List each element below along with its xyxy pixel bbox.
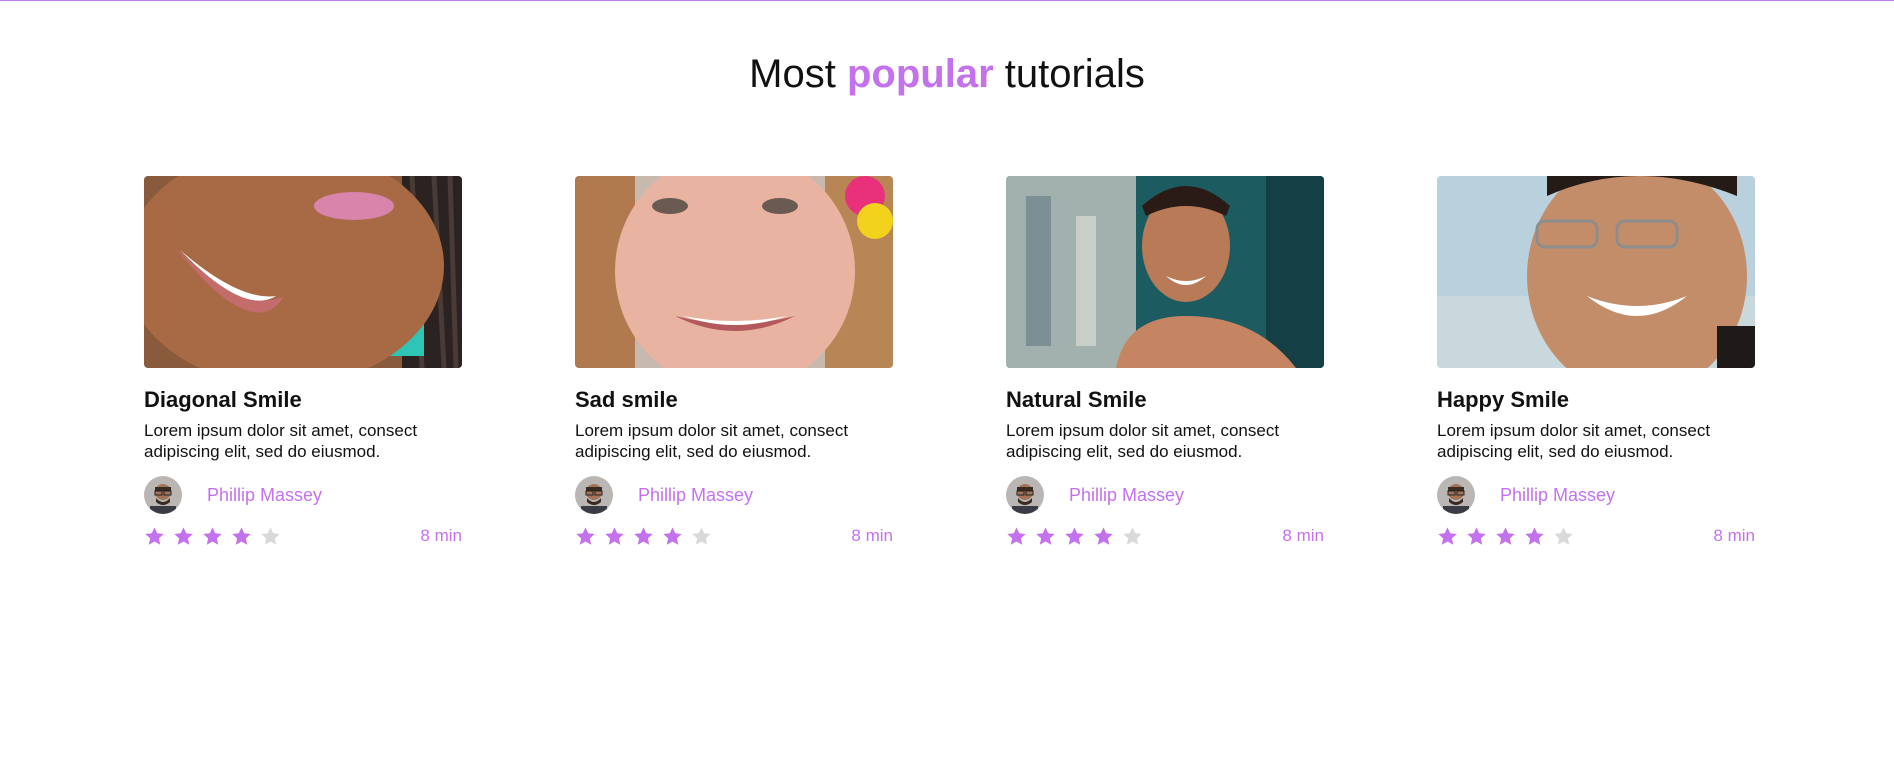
section-title: Most popular tutorials [0, 49, 1894, 99]
tutorial-card[interactable]: Sad smile Lorem ipsum dolor sit amet, co… [575, 176, 893, 549]
star-filled-icon [232, 526, 251, 545]
tutorial-duration: 8 min [420, 526, 462, 545]
tutorial-thumbnail-image[interactable] [1006, 176, 1324, 368]
author-row: Phillip Massey [575, 476, 893, 514]
star-filled-icon [1438, 526, 1457, 545]
tutorial-card-list: Diagonal Smile Lorem ipsum dolor sit ame… [144, 176, 1755, 549]
author-avatar[interactable] [1006, 476, 1044, 514]
tutorial-title[interactable]: Diagonal Smile [144, 386, 462, 414]
page: Most popular tutorials Diagonal Smile Lo… [0, 0, 1894, 783]
author-name-link[interactable]: Phillip Massey [207, 485, 322, 506]
star-empty-icon [1554, 526, 1573, 545]
card-meta: 8 min [1437, 523, 1755, 549]
star-filled-icon [1525, 526, 1544, 545]
tutorial-description: Lorem ipsum dolor sit amet, consect adip… [575, 421, 849, 461]
star-filled-icon [1007, 526, 1026, 545]
star-filled-icon [1467, 526, 1486, 545]
star-rating [144, 526, 281, 547]
star-filled-icon [663, 526, 682, 545]
tutorial-card[interactable]: Diagonal Smile Lorem ipsum dolor sit ame… [144, 176, 462, 549]
author-name-link[interactable]: Phillip Massey [638, 485, 753, 506]
star-rating [1006, 526, 1143, 547]
author-avatar[interactable] [575, 476, 613, 514]
tutorial-description: Lorem ipsum dolor sit amet, consect adip… [144, 421, 418, 461]
tutorial-title[interactable]: Natural Smile [1006, 386, 1324, 414]
tutorial-card[interactable]: Happy Smile Lorem ipsum dolor sit amet, … [1437, 176, 1755, 549]
star-rating [575, 526, 712, 547]
author-row: Phillip Massey [144, 476, 462, 514]
tutorial-thumbnail-image[interactable] [1437, 176, 1755, 368]
tutorial-card[interactable]: Natural Smile Lorem ipsum dolor sit amet… [1006, 176, 1324, 549]
star-filled-icon [1094, 526, 1113, 545]
star-rating [1437, 526, 1574, 547]
tutorial-thumbnail-image[interactable] [575, 176, 893, 368]
star-filled-icon [145, 526, 164, 545]
star-filled-icon [1496, 526, 1515, 545]
title-accent: popular [846, 52, 994, 96]
tutorial-thumbnail-image[interactable] [144, 176, 462, 368]
card-meta: 8 min [1006, 523, 1324, 549]
author-name-link[interactable]: Phillip Massey [1500, 485, 1615, 506]
card-meta: 8 min [144, 523, 462, 549]
star-empty-icon [261, 526, 280, 545]
author-row: Phillip Massey [1006, 476, 1324, 514]
star-empty-icon [1123, 526, 1142, 545]
star-filled-icon [634, 526, 653, 545]
star-empty-icon [692, 526, 711, 545]
tutorial-title[interactable]: Happy Smile [1437, 386, 1755, 414]
author-row: Phillip Massey [1437, 476, 1755, 514]
card-meta: 8 min [575, 523, 893, 549]
tutorial-duration: 8 min [1713, 526, 1755, 545]
tutorial-description: Lorem ipsum dolor sit amet, consect adip… [1006, 421, 1280, 461]
author-name-link[interactable]: Phillip Massey [1069, 485, 1184, 506]
tutorial-duration: 8 min [851, 526, 893, 545]
tutorial-duration: 8 min [1282, 526, 1324, 545]
author-avatar[interactable] [144, 476, 182, 514]
star-filled-icon [1065, 526, 1084, 545]
tutorial-description: Lorem ipsum dolor sit amet, consect adip… [1437, 421, 1711, 461]
star-filled-icon [203, 526, 222, 545]
title-after: tutorials [1004, 52, 1145, 96]
star-filled-icon [1036, 526, 1055, 545]
tutorial-title[interactable]: Sad smile [575, 386, 893, 414]
title-before: Most [749, 52, 836, 96]
author-avatar[interactable] [1437, 476, 1475, 514]
star-filled-icon [605, 526, 624, 545]
star-filled-icon [576, 526, 595, 545]
star-filled-icon [174, 526, 193, 545]
